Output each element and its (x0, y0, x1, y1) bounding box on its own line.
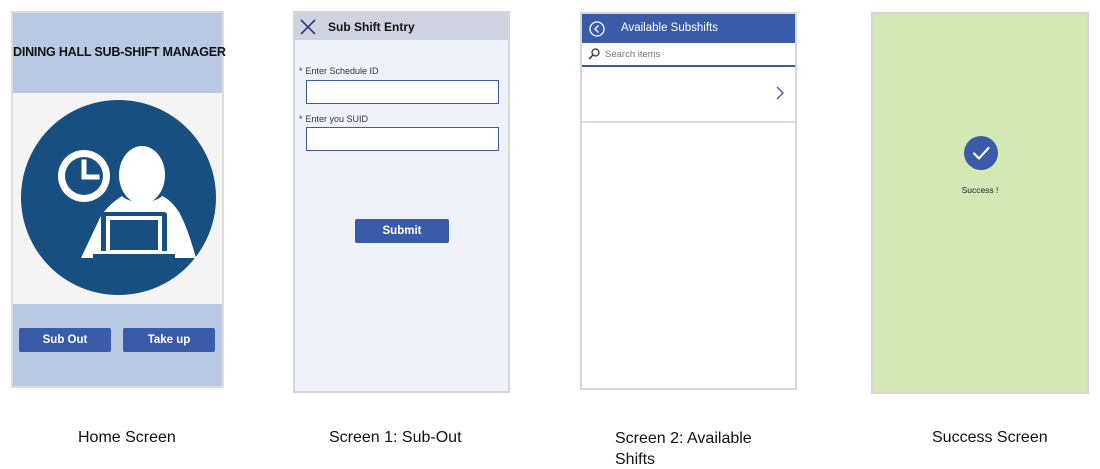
suid-label-text: Enter you SUID (305, 114, 369, 124)
schedule-id-label: * Enter Schedule ID (299, 66, 379, 76)
success-message: Success ! (961, 185, 999, 195)
required-marker: * (299, 114, 303, 124)
search-icon (588, 48, 600, 60)
close-icon[interactable] (299, 18, 317, 36)
back-arrow-icon[interactable] (589, 21, 605, 37)
app-title: DINING HALL SUB-SHIFT MANAGER (13, 45, 226, 59)
suid-input[interactable] (306, 127, 499, 151)
screen2-caption-line2: Shifts (615, 451, 656, 468)
home-screen-caption: Home Screen (78, 429, 176, 446)
list-item[interactable] (582, 67, 795, 123)
screen2-title: Available Subshifts (621, 22, 718, 34)
schedule-id-label-text: Enter Schedule ID (305, 66, 379, 76)
schedule-id-input[interactable] (306, 80, 499, 104)
search-bar (582, 43, 795, 67)
success-screen: Success ! (871, 12, 1089, 394)
take-up-button[interactable]: Take up (123, 328, 215, 352)
checkmark-icon (972, 146, 990, 160)
home-header: DINING HALL SUB-SHIFT MANAGER (13, 13, 226, 93)
clock-icon (58, 150, 110, 202)
sub-shift-entry-screen: Sub Shift Entry * Enter Schedule ID * Ente… (293, 11, 510, 393)
home-screen: DINING HALL SUB-SHIFT MANAGER Sub Out Ta… (11, 11, 226, 388)
submit-button[interactable]: Submit (355, 219, 449, 243)
sub-out-button[interactable]: Sub Out (19, 328, 111, 352)
screen1-caption: Screen 1: Sub-Out (329, 429, 462, 446)
screen1-header: Sub Shift Entry (295, 13, 508, 40)
screen1-title: Sub Shift Entry (328, 20, 415, 34)
profile-illustration (21, 100, 216, 295)
search-input[interactable] (605, 46, 785, 62)
required-marker: * (299, 66, 303, 76)
success-screen-caption: Success Screen (932, 429, 1048, 446)
screen2-header: Available Subshifts (582, 14, 795, 43)
chevron-right-icon[interactable] (775, 85, 785, 101)
home-footer: Sub Out Take up (13, 304, 222, 386)
available-subshifts-screen: Available Subshifts (580, 12, 797, 390)
success-badge (964, 136, 998, 170)
suid-label: * Enter you SUID (299, 114, 368, 124)
screen2-caption: Screen 2: Available (615, 430, 752, 447)
